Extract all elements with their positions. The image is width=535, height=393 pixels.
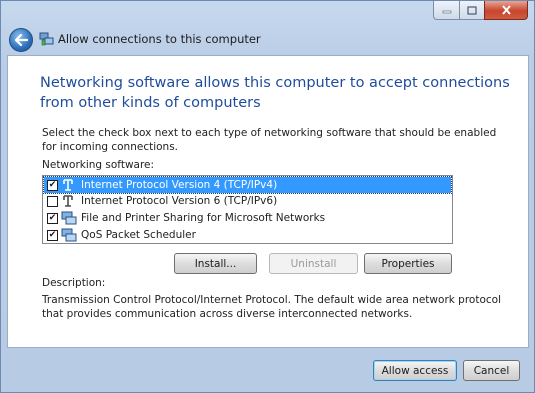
network-connection-icon bbox=[39, 32, 54, 46]
description-label: Description: bbox=[42, 277, 106, 289]
maximize-icon bbox=[467, 5, 477, 15]
item-label: Internet Protocol Version 4 (TCP/IPv4) bbox=[81, 179, 278, 191]
instructions-text: Select the check box next to each type o… bbox=[42, 127, 497, 153]
content-panel: Networking software allows this computer… bbox=[7, 55, 529, 348]
cancel-button[interactable]: Cancel bbox=[463, 360, 520, 381]
list-item[interactable]: Internet Protocol Version 6 (TCP/IPv6) bbox=[44, 193, 451, 209]
checkbox-file-printer-sharing[interactable]: ✔ bbox=[47, 212, 58, 224]
list-item[interactable]: ✔ Internet Protocol Version 4 (TCP/IPv4) bbox=[43, 176, 452, 194]
main-instruction: Networking software allows this computer… bbox=[40, 75, 510, 111]
minimize-icon bbox=[442, 10, 451, 14]
checkbox-ipv6[interactable] bbox=[47, 195, 58, 207]
item-label: File and Printer Sharing for Microsoft N… bbox=[81, 212, 326, 224]
caption-buttons bbox=[433, 1, 528, 21]
list-item[interactable]: ✔ File and Printer Sharing for Microsoft… bbox=[44, 210, 451, 226]
protocol-icon bbox=[63, 195, 73, 207]
back-arrow-icon bbox=[14, 34, 28, 46]
install-button[interactable]: Install... bbox=[174, 253, 257, 274]
back-button[interactable] bbox=[9, 28, 33, 52]
close-button[interactable] bbox=[484, 1, 528, 20]
service-icon bbox=[61, 211, 77, 225]
checkbox-qos[interactable]: ✔ bbox=[47, 229, 58, 241]
close-icon bbox=[501, 5, 511, 15]
dialog-window: Allow connections to this computer Netwo… bbox=[0, 0, 535, 393]
properties-button[interactable]: Properties bbox=[364, 253, 452, 274]
item-label: Internet Protocol Version 6 (TCP/IPv6) bbox=[81, 195, 278, 207]
networking-software-label: Networking software: bbox=[42, 159, 155, 171]
header-bar: Allow connections to this computer bbox=[1, 23, 534, 55]
maximize-button[interactable] bbox=[459, 1, 484, 20]
description-text: Transmission Control Protocol/Internet P… bbox=[42, 294, 502, 320]
item-label: QoS Packet Scheduler bbox=[81, 229, 196, 241]
service-icon bbox=[61, 228, 77, 242]
footer-bar: Allow access Cancel bbox=[1, 349, 534, 392]
list-item[interactable]: ✔ QoS Packet Scheduler bbox=[44, 227, 451, 243]
minimize-button[interactable] bbox=[433, 1, 459, 20]
checkbox-ipv4[interactable]: ✔ bbox=[47, 179, 58, 191]
networking-software-list[interactable]: ✔ Internet Protocol Version 4 (TCP/IPv4)… bbox=[42, 175, 453, 244]
protocol-icon bbox=[63, 179, 73, 191]
window-title: Allow connections to this computer bbox=[58, 32, 261, 46]
uninstall-button[interactable]: Uninstall bbox=[269, 253, 358, 274]
allow-access-button[interactable]: Allow access bbox=[373, 360, 457, 381]
